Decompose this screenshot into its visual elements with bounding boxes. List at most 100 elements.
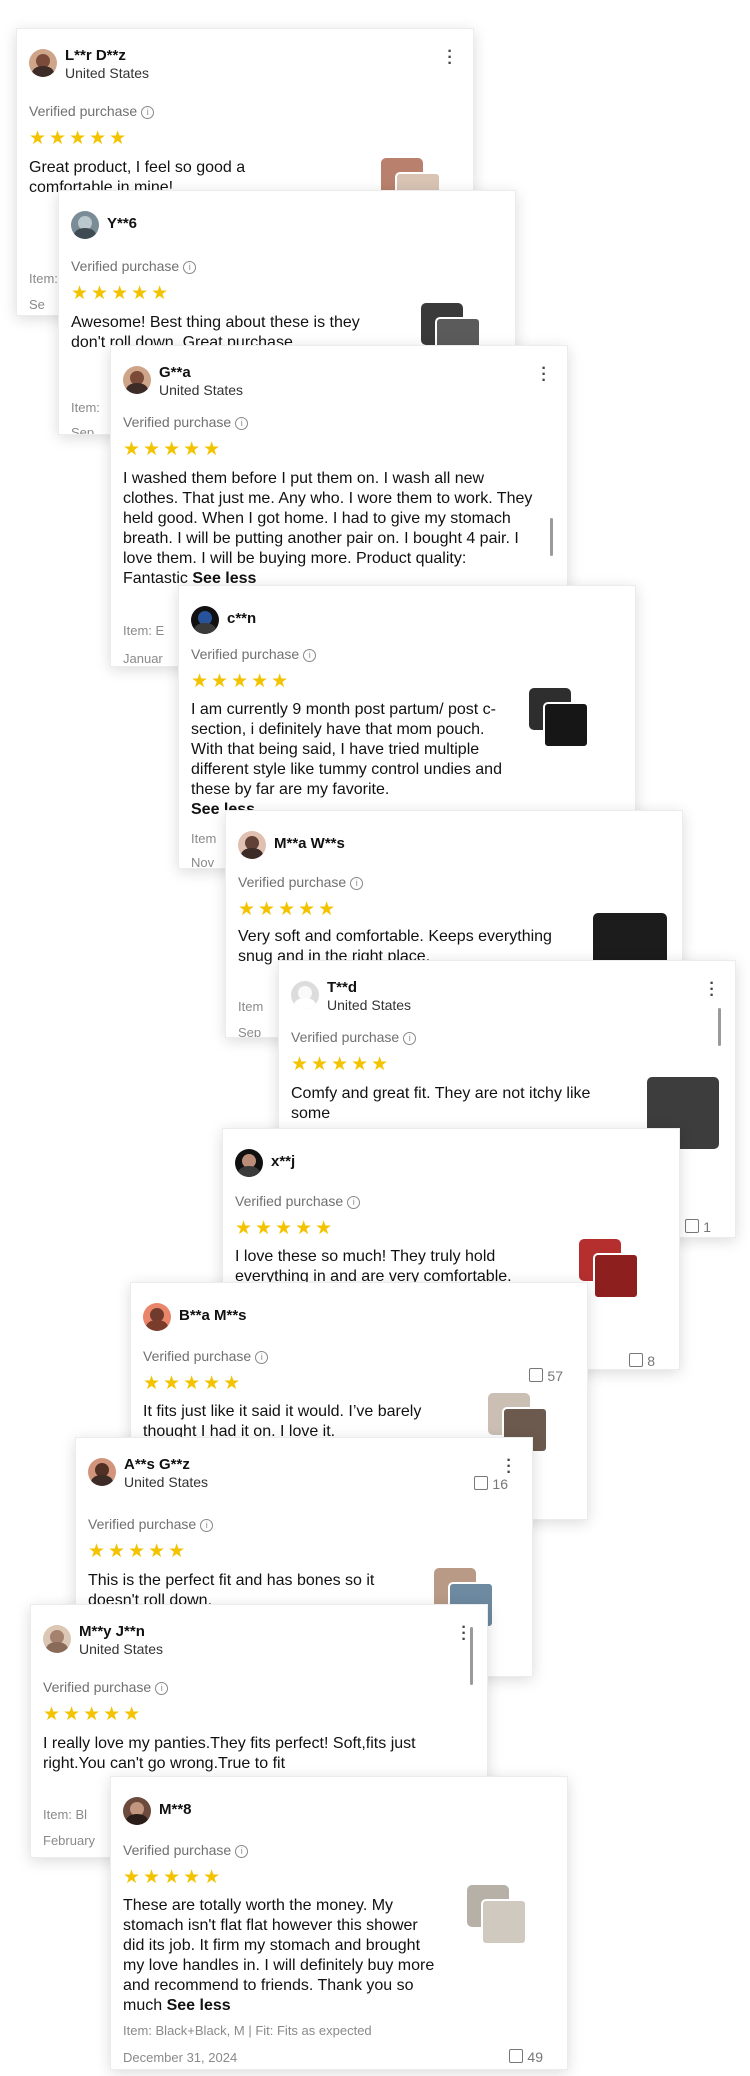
- info-icon[interactable]: i: [200, 1518, 214, 1532]
- info-icon[interactable]: i: [141, 105, 155, 119]
- more-options-icon[interactable]: · · ·: [506, 1453, 512, 1481]
- reviewer-name: x**j: [271, 1153, 296, 1170]
- avatar: [191, 606, 219, 634]
- avatar: [123, 366, 151, 394]
- reviewer-country: United States: [65, 65, 150, 81]
- reviewer-country: United States: [159, 382, 244, 398]
- reviewer-name: L**r D**z: [65, 47, 126, 64]
- star-rating: ★★★★★: [123, 439, 224, 460]
- verified-badge: Verified purchase i: [43, 1679, 169, 1695]
- verified-badge: Verified purchase i: [191, 646, 317, 662]
- avatar: [43, 1625, 71, 1653]
- verified-badge: Verified purchase i: [123, 1842, 249, 1858]
- review-card: M**8 Verified purchase i ★★★★★ These are …: [110, 1776, 568, 2070]
- thumbs-up-icon: [509, 2049, 524, 2063]
- item-info: Item: [191, 831, 217, 846]
- avatar: [238, 831, 266, 859]
- review-date: Nov: [191, 855, 215, 869]
- verified-badge: Verified purchase i: [238, 874, 364, 890]
- star-rating: ★★★★★: [43, 1704, 144, 1725]
- see-less-link[interactable]: See less: [167, 1997, 231, 2014]
- item-info: Item: E: [123, 623, 165, 638]
- item-info: Item:: [71, 400, 100, 415]
- verified-badge: Verified purchase i: [143, 1348, 269, 1364]
- item-info: Item:: [29, 271, 58, 286]
- reviewer-name: A**s G**z: [124, 1456, 190, 1473]
- reviewer-name: c**n: [227, 610, 257, 627]
- star-rating: ★★★★★: [235, 1218, 336, 1239]
- review-date: February: [43, 1833, 96, 1848]
- avatar: [123, 1797, 151, 1825]
- helpful-button[interactable]: 49: [509, 2049, 543, 2065]
- info-icon[interactable]: i: [303, 648, 317, 662]
- more-options-icon[interactable]: · · ·: [447, 44, 453, 72]
- star-rating: ★★★★★: [291, 1054, 392, 1075]
- star-rating: ★★★★★: [123, 1867, 224, 1888]
- review-text: It fits just like it said it would. I’ve…: [143, 1403, 422, 1440]
- star-rating: ★★★★★: [191, 671, 292, 692]
- thumbs-up-icon: [685, 1219, 700, 1233]
- info-icon[interactable]: i: [183, 260, 197, 274]
- reviewer-name: M**8: [159, 1801, 192, 1818]
- avatar: [143, 1303, 171, 1331]
- verified-badge: Verified purchase i: [29, 103, 155, 119]
- review-date: Sep: [71, 425, 95, 435]
- reviewer-name: B**a M**s: [179, 1307, 247, 1324]
- helpful-button[interactable]: 57: [529, 1368, 563, 1384]
- thumbs-up-icon: [629, 1353, 644, 1367]
- helpful-button[interactable]: 8: [629, 1353, 655, 1369]
- review-date: Januar: [123, 651, 163, 666]
- info-icon[interactable]: i: [403, 1031, 417, 1045]
- star-rating: ★★★★★: [143, 1373, 244, 1394]
- item-info: Item: [238, 999, 264, 1014]
- verified-badge: Verified purchase i: [88, 1516, 214, 1532]
- review-text: I am currently 9 month post partum/ post…: [191, 701, 502, 818]
- item-info: Item: Black+Black, M | Fit: Fits as expe…: [123, 2023, 372, 2038]
- reviewer-name: G**a: [159, 364, 191, 381]
- info-icon[interactable]: i: [235, 1844, 249, 1858]
- avatar: [29, 49, 57, 77]
- review-date: December 31, 2024: [123, 2050, 238, 2065]
- review-text: Comfy and great fit. They are not itchy …: [291, 1085, 591, 1122]
- helpful-button[interactable]: 16: [474, 1476, 508, 1492]
- star-rating: ★★★★★: [29, 128, 130, 149]
- review-photos[interactable]: [579, 1239, 639, 1299]
- verified-badge: Verified purchase i: [291, 1029, 417, 1045]
- thumbs-up-icon: [474, 1476, 489, 1490]
- verified-badge: Verified purchase i: [235, 1193, 361, 1209]
- item-info: Item: Bl: [43, 1807, 88, 1822]
- star-rating: ★★★★★: [88, 1541, 189, 1562]
- reviewer-country: United States: [327, 997, 412, 1013]
- star-rating: ★★★★★: [238, 899, 339, 920]
- avatar: [88, 1458, 116, 1486]
- scrollbar[interactable]: [470, 1627, 473, 1685]
- info-icon[interactable]: i: [155, 1681, 169, 1695]
- more-options-icon[interactable]: · · ·: [461, 1620, 467, 1648]
- scrollbar[interactable]: [550, 518, 553, 556]
- avatar: [291, 981, 319, 1009]
- reviewer-country: United States: [124, 1474, 209, 1490]
- scrollbar[interactable]: [718, 1008, 721, 1046]
- reviewer-name: M**y J**n: [79, 1623, 145, 1640]
- avatar: [71, 211, 99, 239]
- review-text: I washed them before I put them on. I wa…: [123, 470, 533, 587]
- info-icon[interactable]: i: [347, 1195, 361, 1209]
- review-photos[interactable]: [529, 688, 589, 748]
- reviewer-country: United States: [79, 1641, 164, 1657]
- review-photos[interactable]: [467, 1885, 527, 1945]
- review-text: These are totally worth the money. My st…: [123, 1897, 435, 2014]
- more-options-icon[interactable]: · · ·: [541, 361, 547, 389]
- review-text: I love these so much! They truly hold ev…: [235, 1248, 512, 1285]
- info-icon[interactable]: i: [255, 1350, 269, 1364]
- helpful-button[interactable]: 1: [685, 1219, 711, 1235]
- star-rating: ★★★★★: [71, 283, 172, 304]
- reviewer-name: M**a W**s: [274, 835, 345, 852]
- thumbs-up-icon: [529, 1368, 544, 1382]
- avatar: [235, 1149, 263, 1177]
- more-options-icon[interactable]: · · ·: [709, 976, 715, 1004]
- review-photos[interactable]: [647, 1077, 719, 1149]
- info-icon[interactable]: i: [235, 416, 249, 430]
- info-icon[interactable]: i: [350, 876, 364, 890]
- reviewer-name: T**d: [327, 979, 357, 996]
- review-text: I really love my panties.They fits perfe…: [43, 1735, 416, 1772]
